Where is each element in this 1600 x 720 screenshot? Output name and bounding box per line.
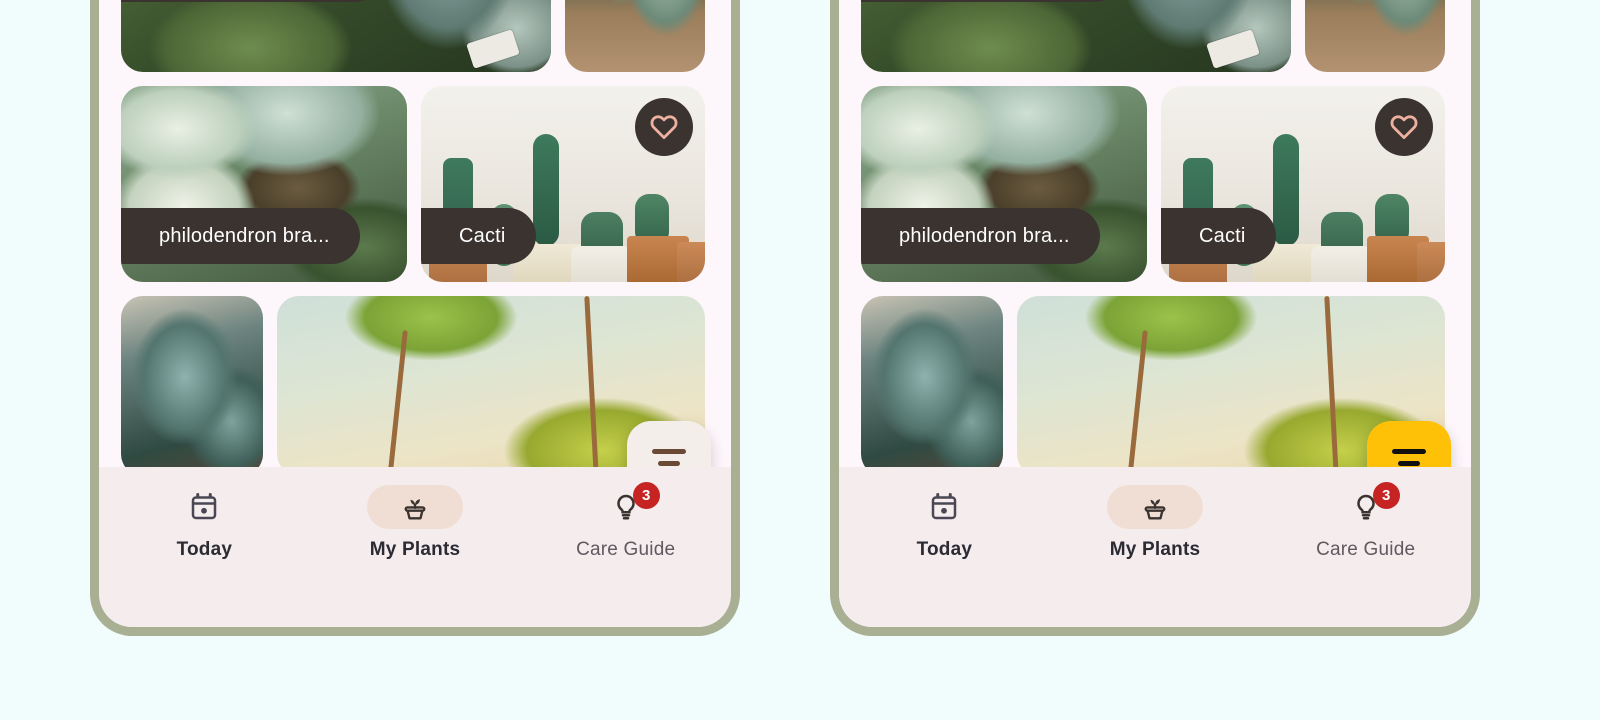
gallery-row-3 [121, 296, 709, 467]
plant-card-monstera[interactable]: monstera siltepecana [121, 0, 551, 72]
potted-plant-icon [404, 499, 426, 520]
nav-badge-care-guide: 3 [1372, 482, 1400, 509]
plant-card-palm[interactable] [565, 0, 705, 72]
plant-name-chip: monstera siltepecana [121, 0, 384, 2]
gallery-row-1: monstera siltepecana [121, 0, 709, 72]
potted-plant-icon [1144, 499, 1166, 520]
plant-photo-monstera [121, 0, 551, 72]
plant-name-chip: Cacti [1161, 208, 1276, 264]
filter-fab-left[interactable] [627, 421, 711, 467]
app-screen-left: monstera siltepecana philodendron bra... [99, 0, 731, 627]
nav-item-care-guide[interactable]: 3 Care Guide [1260, 482, 1471, 561]
plant-card-palm[interactable] [1305, 0, 1445, 72]
phone-mockup-left: monstera siltepecana philodendron bra... [90, 0, 740, 636]
filter-icon [1392, 448, 1426, 468]
gallery-row-2: philodendron bra... Cacti [861, 86, 1449, 282]
plant-photo-palm [565, 0, 705, 72]
nav-icon-wrap-active [367, 485, 463, 529]
calendar-icon [932, 493, 957, 520]
favorite-button[interactable] [635, 98, 693, 156]
nav-icon-wrap [896, 485, 992, 529]
plant-gallery-left[interactable]: monstera siltepecana philodendron bra... [99, 0, 731, 467]
filter-fab-right[interactable] [1367, 421, 1451, 467]
nav-icon-wrap-active [1107, 485, 1203, 529]
nav-label-today: Today [916, 539, 973, 560]
plant-card-blue-palm[interactable] [121, 296, 263, 467]
plant-photo-blue-palm [861, 296, 1003, 467]
plant-name-chip: Cacti [421, 208, 536, 264]
gallery-row-3 [861, 296, 1449, 467]
favorite-button[interactable] [1375, 98, 1433, 156]
plant-gallery-right[interactable]: monstera siltepecana philodendron bra... [839, 0, 1471, 467]
gallery-row-2: philodendron bra... Cacti [121, 86, 709, 282]
app-screen-right: monstera siltepecana philodendron bra... [839, 0, 1471, 627]
nav-icon-wrap: 3 [578, 482, 674, 529]
nav-item-today[interactable]: Today [99, 485, 310, 561]
plant-photo-blue-palm [121, 296, 263, 467]
heart-outline-icon [650, 115, 678, 139]
filter-icon [652, 448, 686, 468]
screenshot-stage: monstera siltepecana philodendron bra... [0, 0, 1600, 720]
nav-badge-care-guide: 3 [632, 482, 660, 509]
nav-label-my-plants: My Plants [369, 539, 461, 560]
nav-item-care-guide[interactable]: 3 Care Guide [520, 482, 731, 561]
nav-item-my-plants[interactable]: My Plants [310, 485, 521, 561]
nav-item-my-plants[interactable]: My Plants [1050, 485, 1261, 561]
nav-label-today: Today [176, 539, 233, 560]
plant-name-chip: philodendron bra... [121, 208, 360, 264]
plant-card-cacti[interactable]: Cacti [421, 86, 705, 282]
nav-label-my-plants: My Plants [1109, 539, 1201, 560]
plant-card-philodendron[interactable]: philodendron bra... [121, 86, 407, 282]
phone-mockup-right: monstera siltepecana philodendron bra... [830, 0, 1480, 636]
plant-name-chip: philodendron bra... [861, 208, 1100, 264]
gallery-row-1: monstera siltepecana [861, 0, 1449, 72]
plant-card-philodendron[interactable]: philodendron bra... [861, 86, 1147, 282]
plant-name-chip: monstera siltepecana [861, 0, 1124, 2]
calendar-icon [192, 493, 217, 520]
plant-photo-palm [1305, 0, 1445, 72]
plant-card-monstera[interactable]: monstera siltepecana [861, 0, 1291, 72]
nav-item-today[interactable]: Today [839, 485, 1050, 561]
plant-card-cacti[interactable]: Cacti [1161, 86, 1445, 282]
nav-label-care-guide: Care Guide [576, 539, 676, 560]
bottom-navigation-right: Today My Plants 3 Care Guide [839, 467, 1471, 627]
nav-icon-wrap: 3 [1318, 482, 1414, 529]
nav-label-care-guide: Care Guide [1316, 539, 1416, 560]
heart-outline-icon [1390, 115, 1418, 139]
plant-card-blue-palm[interactable] [861, 296, 1003, 467]
plant-photo-monstera [861, 0, 1291, 72]
nav-icon-wrap [156, 485, 252, 529]
bottom-navigation-left: Today My Plants 3 Care Guide [99, 467, 731, 627]
